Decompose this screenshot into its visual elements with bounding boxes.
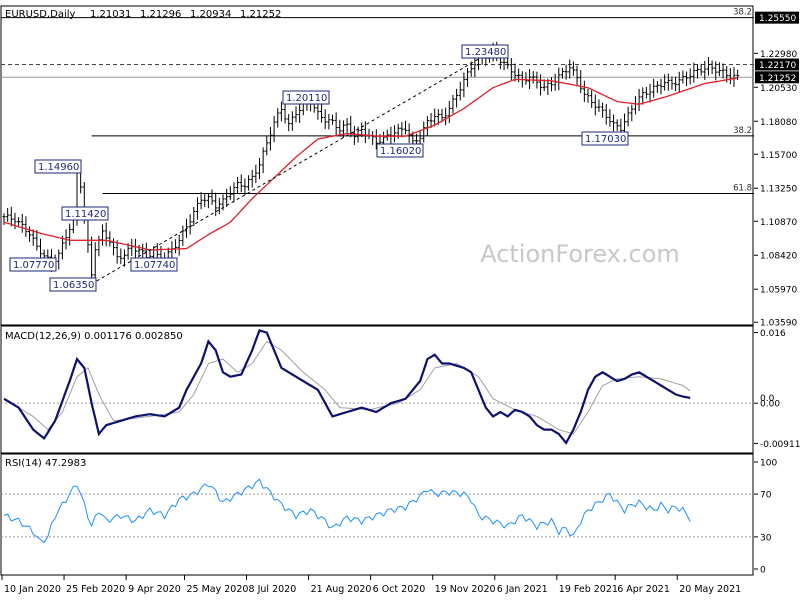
rsi-tick-label: 100 (760, 459, 777, 469)
rsi-title: RSI(14) 47.2983 (5, 458, 86, 469)
ohlc-high: 1.21296 (140, 9, 181, 20)
price-annotation: 1.23480 (461, 44, 509, 59)
date-tick-label: 10 Jan 2020 (4, 584, 61, 595)
date-tick-label: 6 Apr 2021 (617, 584, 670, 595)
price-tick-label: 1.10870 (760, 218, 797, 228)
price-tick-label: 1.20530 (760, 84, 797, 94)
fib-label: 61.8 (733, 184, 752, 194)
date-tick-label: 25 May 2020 (187, 584, 249, 595)
price-annotation: 1.11420 (61, 206, 109, 221)
ohlc-low: 1.20934 (190, 9, 231, 20)
price-tag-label: 1.21252 (759, 74, 796, 84)
date-tick-label: 25 Feb 2020 (66, 584, 125, 595)
fib-label: 38.2 (733, 8, 752, 18)
fib-label: 38.2 (733, 126, 752, 136)
macd-title: MACD(12,26,9) 0.001176 0.002850 (5, 331, 183, 342)
price-annotation: 1.07740 (130, 257, 178, 272)
date-tick-label: 8 Jul 2020 (249, 584, 297, 595)
svg-text:1.23480: 1.23480 (465, 47, 506, 58)
svg-text:1.11420: 1.11420 (65, 209, 106, 220)
rsi-panel-frame (0, 453, 754, 576)
price-tick-label: 1.13250 (760, 185, 797, 195)
price-tick-label: 1.15700 (760, 151, 797, 161)
price-tag-label: 1.25550 (759, 14, 796, 24)
date-tick-label: 19 Nov 2020 (435, 584, 496, 595)
price-annotation: 1.20110 (282, 90, 330, 105)
svg-text:1.06350: 1.06350 (53, 280, 94, 291)
price-annotation: 1.14960 (34, 159, 82, 174)
price-tick-label: 1.05970 (760, 286, 797, 296)
svg-text:1.07770: 1.07770 (13, 260, 54, 271)
price-tick-label: 1.22980 (760, 50, 797, 60)
date-tick-label: 21 Aug 2020 (311, 584, 372, 595)
price-annotation: 1.17030 (581, 131, 629, 146)
price-header: EURUSD,Daily 1.21031 1.21296 1.20934 1.2… (5, 9, 281, 20)
date-tick-label: 9 Apr 2020 (128, 584, 181, 595)
price-annotation: 1.06350 (49, 277, 97, 292)
svg-text:1.14960: 1.14960 (38, 162, 79, 173)
rsi-tick-label: 30 (760, 533, 772, 543)
svg-text:1.07740: 1.07740 (134, 260, 175, 271)
date-tick-label: 19 Feb 2021 (559, 584, 618, 595)
ohlc-close: 1.21252 (240, 9, 281, 20)
svg-text:1.20110: 1.20110 (286, 93, 327, 104)
date-tick-label: 6 Jan 2021 (497, 584, 548, 595)
symbol-title: EURUSD,Daily (5, 9, 76, 20)
macd-tick-label: -0.009116 (760, 440, 800, 450)
date-tick-label: 6 Oct 2020 (373, 584, 426, 595)
price-tag-label: 1.22170 (759, 61, 796, 71)
rsi-tick-label: 0 (760, 566, 766, 576)
rsi-tick-label: 70 (760, 491, 772, 501)
ohlc-open: 1.21031 (90, 9, 131, 20)
price-tick-label: 1.18080 (760, 118, 797, 128)
macd-zero-tag: 0.0 (760, 394, 775, 404)
price-tick-label: 1.03590 (760, 319, 797, 329)
date-tick-label: 20 May 2021 (679, 584, 741, 595)
price-panel-frame (0, 5, 754, 326)
price-annotation: 1.16020 (376, 143, 424, 158)
svg-text:1.17030: 1.17030 (585, 134, 626, 145)
macd-tick-label: 0.016 (760, 329, 786, 339)
price-annotation: 1.07770 (9, 257, 57, 272)
eurusd-chart: ActionForex.com 38.2 38.2 61.8 1.23480 1.20… (0, 5, 800, 595)
watermark: ActionForex.com (480, 240, 680, 268)
svg-text:1.16020: 1.16020 (380, 146, 421, 157)
price-tick-label: 1.08420 (760, 252, 797, 262)
macd-panel-frame (0, 325, 754, 454)
